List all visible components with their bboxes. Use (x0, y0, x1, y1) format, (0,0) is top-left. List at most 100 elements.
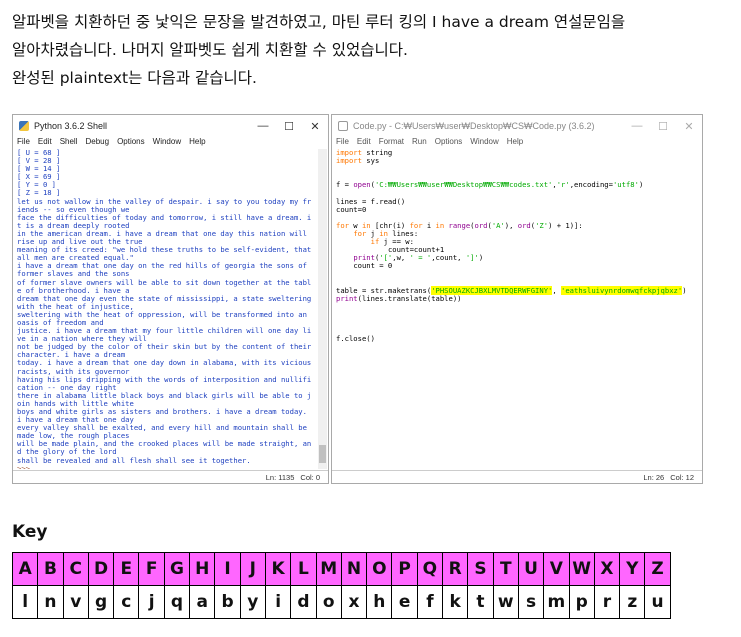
code-line: import string (336, 149, 393, 157)
menu-help[interactable]: Help (189, 137, 205, 149)
key-cell: a (189, 585, 216, 619)
key-cell: h (366, 585, 393, 619)
menu-run[interactable]: Run (412, 137, 427, 149)
menu-help[interactable]: Help (507, 137, 523, 149)
key-cell: P (391, 552, 418, 586)
key-cell: t (467, 585, 494, 619)
menu-file[interactable]: File (336, 137, 349, 149)
shell-line: having his lips dripping with the words … (17, 375, 312, 384)
shell-line: oin hands with little white (17, 399, 134, 408)
menu-file[interactable]: File (17, 137, 30, 149)
menu-format[interactable]: Format (379, 137, 404, 149)
shell-line: [ Y = 0 ] (17, 181, 56, 190)
shell-line: character. i have a dream (17, 351, 126, 360)
editor-menubar: File Edit Format Run Options Window Help (332, 137, 702, 149)
key-cipher-row: l n v g c j q a b y i d o x h e f k t w … (11, 585, 671, 619)
key-cell: Z (644, 552, 671, 586)
shell-line: all men are created equal." (17, 254, 134, 263)
shell-line: made low, the rough places (17, 432, 130, 441)
key-cell: x (340, 585, 368, 619)
key-cell: s (517, 585, 545, 619)
shell-line: iends -- so even though we (17, 205, 130, 214)
code-line: count = 0 (353, 261, 393, 271)
shell-line: t is a dream deeply rooted (17, 221, 130, 230)
key-cell: b (214, 585, 241, 619)
maximize-icon[interactable]: ☐ (650, 115, 676, 137)
code-editor-window[interactable]: Code.py - C:₩Users₩user₩Desktop₩CS₩Code.… (331, 114, 703, 484)
key-cell: v (62, 585, 89, 619)
key-cell: G (163, 552, 191, 586)
key-cell: F (138, 552, 165, 586)
shell-line: with the heat of injustice, (17, 302, 134, 311)
python-shell-window[interactable]: Python 3.6.2 Shell — ☐ ✕ File Edit Shell… (12, 114, 329, 484)
key-cell: q (163, 585, 191, 619)
code-text-area[interactable]: import string import sys f = open('C:₩₩Us… (333, 149, 701, 469)
shell-prompt[interactable]: >>> (17, 465, 318, 469)
shell-line: i have a dream that one day (17, 416, 134, 425)
key-cell: u (644, 585, 671, 619)
shell-line: i have a dream that one day on the red h… (17, 262, 307, 271)
shell-line: shall be revealed and all flesh shall se… (17, 456, 251, 465)
shell-scrollbar[interactable] (318, 149, 327, 469)
key-cell: T (492, 552, 519, 586)
key-cell: R (442, 552, 469, 586)
shell-line: justice. i have a dream that my four lit… (17, 327, 312, 336)
shell-line: not be judged by the color of their skin… (17, 343, 312, 352)
shell-line: boys and white girls as sisters and brot… (17, 408, 307, 416)
key-cell: H (189, 552, 216, 586)
menu-edit[interactable]: Edit (38, 137, 52, 149)
key-cell: N (340, 552, 368, 586)
key-cell: w (492, 585, 519, 619)
key-cell: p (568, 585, 595, 619)
key-cell: C (62, 552, 89, 586)
editor-title: Code.py - C:₩Users₩user₩Desktop₩CS₩Code.… (353, 121, 595, 131)
maximize-icon[interactable]: ☐ (276, 115, 302, 137)
menu-edit[interactable]: Edit (357, 137, 371, 149)
shell-line: rise up and live out the true (17, 238, 143, 247)
close-icon[interactable]: ✕ (676, 115, 702, 137)
menu-debug[interactable]: Debug (85, 137, 109, 149)
menu-window[interactable]: Window (153, 137, 181, 149)
shell-line: every valley shall be exalted, and every… (17, 424, 307, 433)
shell-line: meaning of its creed: "we hold these tru… (17, 246, 312, 255)
shell-output[interactable]: [ U = 68 ] [ V = 28 ] [ W = 14 ] [ X = 6… (14, 149, 318, 469)
shell-line: let us not wallow in the valley of despa… (17, 197, 312, 206)
shell-line: [ V = 28 ] (17, 157, 61, 166)
menu-options[interactable]: Options (117, 137, 145, 149)
key-cell: O (366, 552, 393, 586)
scrollbar-thumb[interactable] (319, 445, 326, 463)
key-cell: c (113, 585, 140, 619)
editor-titlebar[interactable]: Code.py - C:₩Users₩user₩Desktop₩CS₩Code.… (332, 115, 702, 137)
key-cell: j (138, 585, 165, 619)
shell-line: will be made plain, and the crooked plac… (17, 440, 312, 449)
key-cell: g (87, 585, 115, 619)
shell-statusbar: Ln: 1135 Col: 0 (13, 470, 328, 483)
minimize-icon[interactable]: — (250, 115, 276, 137)
key-cell: X (593, 552, 621, 586)
key-heading: Key (12, 522, 48, 542)
key-cell: J (239, 552, 266, 586)
status-col: Col: 12 (670, 472, 694, 482)
python-icon (19, 121, 29, 131)
key-cell: m (543, 585, 570, 619)
status-col: Col: 0 (300, 472, 320, 482)
shell-line: [ W = 14 ] (17, 165, 61, 174)
close-icon[interactable]: ✕ (302, 115, 328, 137)
key-cell: e (391, 585, 418, 619)
key-cell: y (239, 585, 266, 619)
shell-line: d the glory of the lord (17, 448, 117, 457)
menu-window[interactable]: Window (470, 137, 498, 149)
minimize-icon[interactable]: — (624, 115, 650, 137)
code-line: print(lines.translate(table)) (336, 293, 462, 303)
key-cell: K (264, 552, 292, 586)
menu-options[interactable]: Options (435, 137, 463, 149)
key-cell: z (619, 585, 646, 619)
status-line: Ln: 26 (643, 472, 665, 482)
shell-line: ve in a nation where they will (17, 335, 147, 344)
key-cell: D (87, 552, 115, 586)
menu-shell[interactable]: Shell (60, 137, 78, 149)
key-cell: Q (416, 552, 444, 586)
shell-titlebar[interactable]: Python 3.6.2 Shell — ☐ ✕ (13, 115, 328, 137)
shell-line: e of brotherhood. i have a (17, 286, 130, 295)
shell-line: dream that one day even the state of mis… (17, 294, 312, 303)
